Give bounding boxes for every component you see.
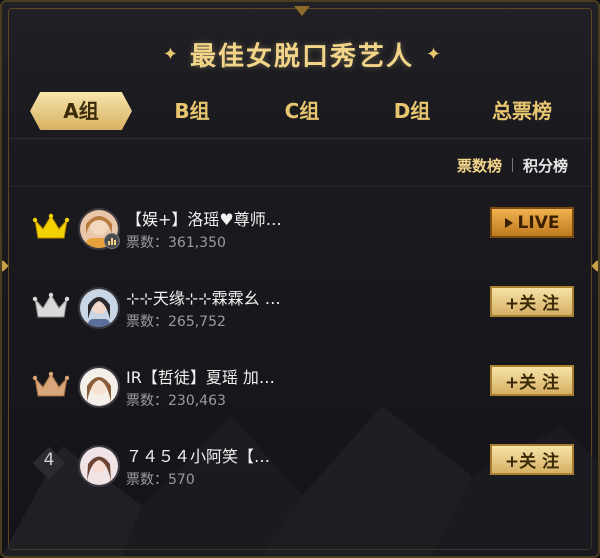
avatar[interactable]: [78, 445, 120, 487]
avatar[interactable]: [78, 287, 120, 329]
title-star-left-icon: ✦: [162, 43, 178, 65]
live-button-label: LIVE: [517, 212, 560, 233]
top-notch-ornament: [294, 6, 310, 16]
tab-group-b[interactable]: B组: [142, 92, 242, 130]
list-item[interactable]: 【娱+】洛瑶♥尊师… 票数：361,350 LIVE: [2, 190, 598, 269]
vote-count: 票数：570: [126, 472, 195, 488]
ranking-panel: ✦ 最佳女脱口秀艺人 ✦ A组 B组 C组 D组 总票榜 票数榜 积分榜 【娱+…: [0, 0, 600, 558]
vote-count: 票数：265,752: [126, 314, 226, 330]
title-star-right-icon: ✦: [426, 43, 442, 65]
vote-count: 票数：361,350: [126, 235, 226, 251]
live-indicator-icon: [104, 233, 120, 249]
follow-button[interactable]: +关 注: [490, 286, 574, 317]
tab-total-votes[interactable]: 总票榜: [472, 92, 572, 130]
avatar[interactable]: [78, 366, 120, 408]
sort-by-votes[interactable]: 票数榜: [457, 155, 502, 176]
streamer-name[interactable]: ⊹⊹天缘⊹⊹霖霖幺 …: [126, 285, 326, 309]
ranking-list: 【娱+】洛瑶♥尊师… 票数：361,350 LIVE ⊹⊹天缘⊹⊹霖霖幺 … 票…: [2, 190, 598, 506]
group-tabs: A组 B组 C组 D组 总票榜: [2, 92, 598, 132]
streamer-name[interactable]: ７４５４小阿笑【…: [126, 443, 326, 467]
list-item[interactable]: 4 ７４５４小阿笑【… 票数：570 +关 注: [2, 427, 598, 506]
sort-divider: [10, 186, 590, 187]
sort-by-points[interactable]: 积分榜: [523, 155, 568, 176]
follow-button[interactable]: +关 注: [490, 365, 574, 396]
crown-silver-icon: [32, 291, 70, 321]
crown-gold-icon: [32, 212, 70, 242]
vote-count: 票数：230,463: [126, 393, 226, 409]
tab-group-c[interactable]: C组: [252, 92, 352, 130]
follow-button[interactable]: +关 注: [490, 444, 574, 475]
sort-toggle: 票数榜 积分榜: [457, 152, 568, 178]
page-title: 最佳女脱口秀艺人: [189, 41, 414, 72]
streamer-name[interactable]: 【娱+】洛瑶♥尊师…: [126, 206, 326, 230]
crown-bronze-icon: [32, 370, 70, 400]
streamer-name[interactable]: IR【哲徒】夏瑶 加…: [126, 364, 326, 388]
live-button[interactable]: LIVE: [490, 207, 574, 238]
sort-separator: [511, 158, 513, 172]
tab-group-a[interactable]: A组: [30, 92, 132, 130]
list-item[interactable]: IR【哲徒】夏瑶 加… 票数：230,463 +关 注: [2, 348, 598, 427]
rank-number: 4: [43, 450, 55, 470]
list-item[interactable]: ⊹⊹天缘⊹⊹霖霖幺 … 票数：265,752 +关 注: [2, 269, 598, 348]
play-icon: [504, 217, 513, 228]
tabs-divider: [10, 138, 590, 139]
title-row: ✦ 最佳女脱口秀艺人 ✦: [2, 32, 598, 76]
tab-group-d[interactable]: D组: [362, 92, 462, 130]
